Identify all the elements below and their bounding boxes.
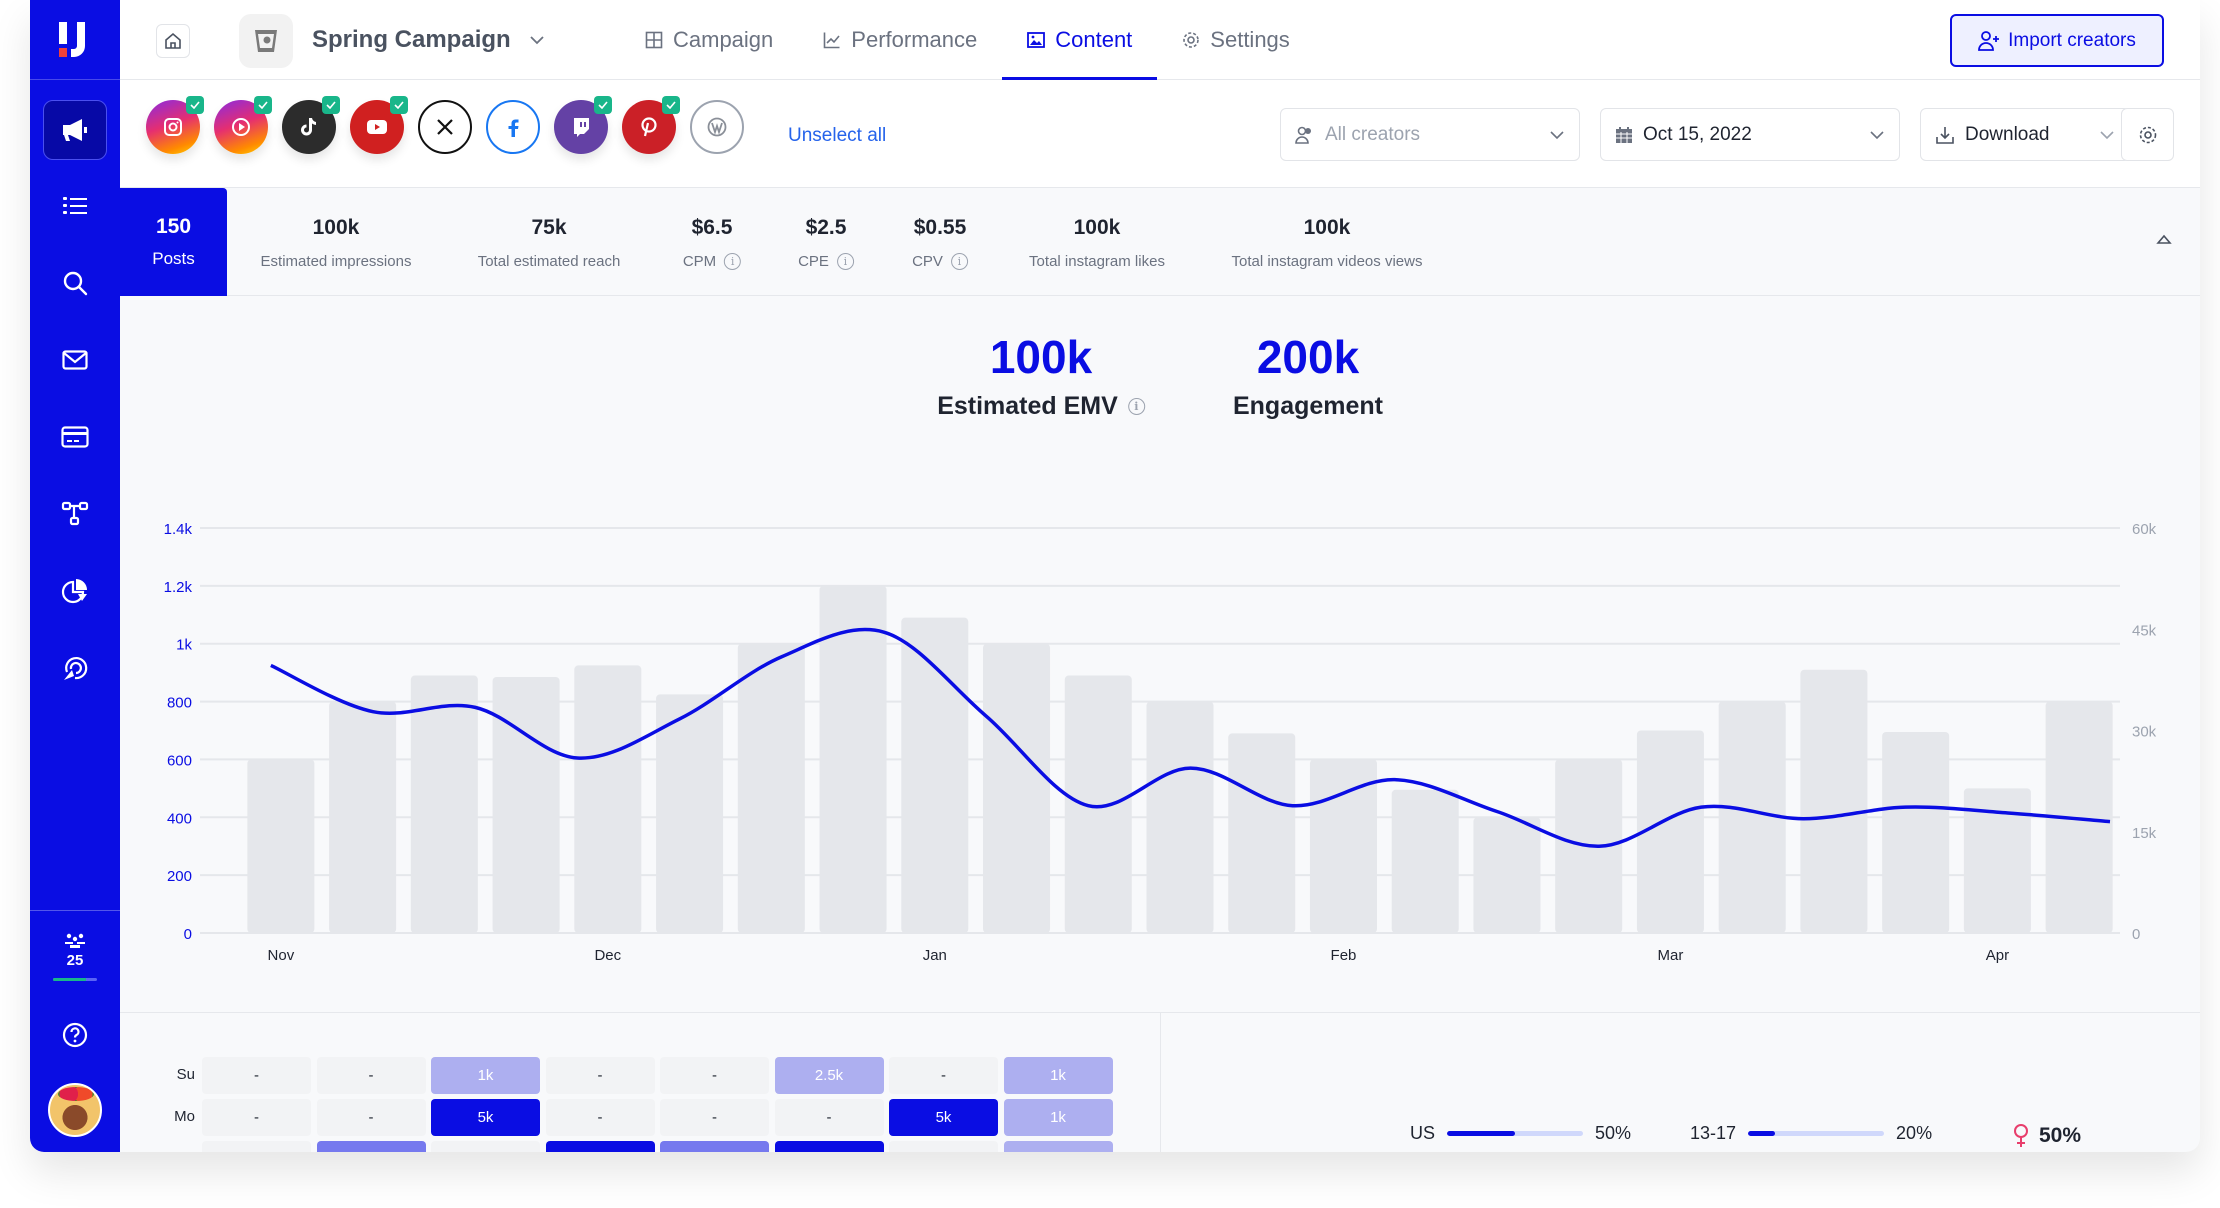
heatmap-cell[interactable] xyxy=(202,1141,311,1152)
y2-tick-label: 45k xyxy=(2132,622,2157,639)
y2-tick-label: 30k xyxy=(2132,724,2157,741)
x-tick-label: Nov xyxy=(268,947,295,964)
y-tick-label: 1.4k xyxy=(164,521,193,538)
heatmap-cell[interactable]: 1k xyxy=(431,1057,540,1094)
heatmap-cell[interactable]: 5k xyxy=(431,1099,540,1136)
performance-chart: 0 200 400 600 800 1k 1.2k 1.4k 0 15k 30k 45k 60k Nov D… xyxy=(164,521,2157,964)
chart-bar xyxy=(247,759,315,933)
y2-tick-label: 0 xyxy=(2132,926,2140,943)
age-label: 13-17 xyxy=(1690,1123,1737,1143)
help-icon xyxy=(62,1022,88,1048)
age-value: 20% xyxy=(1896,1123,1933,1143)
heatmap-cell[interactable]: - xyxy=(316,1099,426,1136)
demographic-age: 13-17 20% xyxy=(1690,1123,1932,1144)
heatmap-cell[interactable]: - xyxy=(202,1057,311,1094)
country-bar-fill xyxy=(1447,1131,1516,1136)
heatmap-cell[interactable] xyxy=(774,1141,884,1152)
chart-bar xyxy=(492,676,560,933)
heatmap-row-label: Su xyxy=(176,1066,195,1083)
age-bar xyxy=(1748,1131,1885,1136)
heatmap-cell[interactable]: - xyxy=(660,1099,769,1136)
heatmap-cell[interactable] xyxy=(545,1141,655,1152)
y-tick-label: 1k xyxy=(176,637,192,654)
country-label: US xyxy=(1410,1123,1436,1143)
x-tick-label: Dec xyxy=(594,947,621,964)
heatmap-cell[interactable]: - xyxy=(545,1099,655,1136)
chart-bar xyxy=(737,643,805,933)
heatmap-row-label: Mo xyxy=(174,1108,195,1125)
chart-bar xyxy=(1882,731,1950,933)
heatmap-cell[interactable]: - xyxy=(660,1057,769,1094)
chart-bar xyxy=(983,643,1051,933)
heatmap-cell[interactable]: - xyxy=(316,1057,426,1094)
heatmap-cell[interactable]: 2.5k xyxy=(774,1057,884,1094)
gender-value: 50% xyxy=(2039,1124,2082,1147)
chart-bar xyxy=(656,694,724,933)
y-tick-label: 200 xyxy=(167,868,192,885)
chart-bar xyxy=(1800,669,1868,933)
chart-bar xyxy=(1391,789,1459,933)
heatmap-cell[interactable] xyxy=(660,1141,769,1152)
country-bar xyxy=(1447,1131,1584,1136)
y-tick-label: 600 xyxy=(167,752,192,769)
chart-bar xyxy=(1473,817,1541,933)
heatmap-cell[interactable]: - xyxy=(545,1057,655,1094)
y-tick-label: 0 xyxy=(184,926,192,943)
heatmap-cell[interactable] xyxy=(431,1141,540,1152)
heatmap-cell[interactable]: 1k xyxy=(1003,1099,1113,1136)
heatmap-cell[interactable] xyxy=(1003,1141,1113,1152)
y2-tick-label: 15k xyxy=(2132,825,2157,842)
y2-tick-label: 60k xyxy=(2132,521,2157,538)
x-tick-label: Feb xyxy=(1331,947,1357,964)
app-window: 25 Spring Campaign Campaign Performance xyxy=(30,0,2200,1152)
x-tick-label: Mar xyxy=(1658,947,1684,964)
demographic-gender: 50% xyxy=(2013,1124,2081,1148)
chart-bar xyxy=(574,665,642,933)
heatmap-cell[interactable]: 1k xyxy=(1003,1057,1113,1094)
help-button[interactable] xyxy=(43,1005,107,1065)
heatmap-cell[interactable] xyxy=(316,1141,426,1152)
chart-bar xyxy=(329,701,397,933)
x-tick-label: Apr xyxy=(1986,947,2009,964)
y-tick-label: 400 xyxy=(167,810,192,827)
y-tick-label: 1.2k xyxy=(164,579,193,596)
heatmap-cell[interactable]: - xyxy=(774,1099,884,1136)
chart-bar xyxy=(1064,675,1132,933)
heatmap-cell[interactable]: - xyxy=(889,1057,998,1094)
chart-bar xyxy=(1228,733,1296,933)
x-tick-label: Jan xyxy=(923,947,947,964)
chart-bar xyxy=(410,675,478,933)
demographic-country: US 50% xyxy=(1410,1123,1631,1144)
age-bar-fill xyxy=(1748,1131,1776,1136)
heatmap-cell[interactable] xyxy=(889,1141,998,1152)
y-tick-label: 800 xyxy=(167,695,192,712)
female-icon xyxy=(2014,1124,2028,1147)
chart-bar xyxy=(1146,701,1214,933)
country-value: 50% xyxy=(1595,1123,1632,1143)
bottom-vertical-divider xyxy=(1160,1012,1161,1152)
user-avatar[interactable] xyxy=(48,1083,102,1137)
heatmap-cell[interactable]: - xyxy=(202,1099,311,1136)
heatmap-cell[interactable]: 5k xyxy=(889,1099,998,1136)
